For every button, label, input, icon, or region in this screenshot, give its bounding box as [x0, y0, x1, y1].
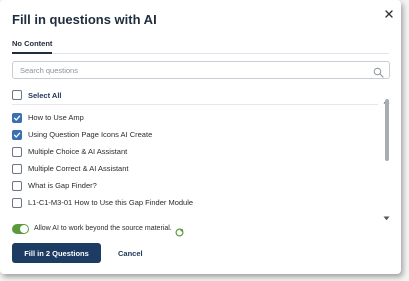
select-all-checkbox[interactable] [12, 90, 22, 100]
fill-questions-dialog: Fill in questions with AI No Content Sel… [0, 0, 401, 274]
question-list: How to Use Amp Using Question Page Icons… [12, 109, 378, 211]
list-item[interactable]: Using Question Page Icons AI Create [12, 126, 378, 143]
question-checkbox[interactable] [12, 129, 22, 140]
ai-sparkle-icon [175, 224, 184, 237]
ai-toggle-row: Allow AI to work beyond the source mater… [12, 223, 184, 237]
divider [12, 104, 378, 105]
question-label: Multiple Correct & AI Assistant [28, 164, 129, 173]
tab-bar: No Content [12, 39, 389, 54]
question-checkbox[interactable] [12, 146, 22, 157]
question-label: What is Gap Finder? [28, 181, 97, 190]
scrollbar-thumb[interactable] [385, 99, 389, 161]
scroll-down-arrow-icon[interactable] [383, 208, 390, 221]
scroll-up-arrow-icon[interactable] [383, 91, 390, 104]
select-all-label: Select All [28, 90, 62, 100]
close-icon[interactable] [383, 7, 395, 19]
tab-no-content[interactable]: No Content [12, 39, 53, 54]
question-label: Using Question Page Icons AI Create [28, 130, 153, 139]
list-item[interactable]: Multiple Choice & AI Assistant [12, 143, 378, 160]
search-icon[interactable] [373, 65, 384, 78]
toggle-knob [20, 224, 28, 233]
ai-toggle-label: Allow AI to work beyond the source mater… [34, 225, 172, 232]
cancel-button[interactable]: Cancel [112, 243, 149, 263]
fill-questions-button[interactable]: Fill in 2 Questions [12, 243, 101, 263]
question-label: Multiple Choice & AI Assistant [28, 147, 128, 156]
list-item[interactable]: Multiple Correct & AI Assistant [12, 160, 378, 177]
dialog-title: Fill in questions with AI [12, 12, 157, 27]
list-item[interactable]: L1-C1-M3-01 How to Use this Gap Finder M… [12, 194, 378, 211]
question-checkbox[interactable] [12, 112, 22, 123]
question-label: L1-C1-M3-01 How to Use this Gap Finder M… [28, 198, 194, 207]
list-item[interactable]: What is Gap Finder? [12, 177, 378, 194]
question-label: How to Use Amp [28, 113, 84, 122]
select-all-row[interactable]: Select All [12, 89, 62, 101]
question-checkbox[interactable] [12, 180, 22, 191]
question-checkbox[interactable] [12, 197, 22, 208]
list-item[interactable]: How to Use Amp [12, 109, 378, 126]
ai-toggle-switch[interactable] [12, 223, 29, 234]
search-box [12, 61, 390, 79]
search-input[interactable] [20, 64, 360, 76]
question-checkbox[interactable] [12, 163, 22, 174]
